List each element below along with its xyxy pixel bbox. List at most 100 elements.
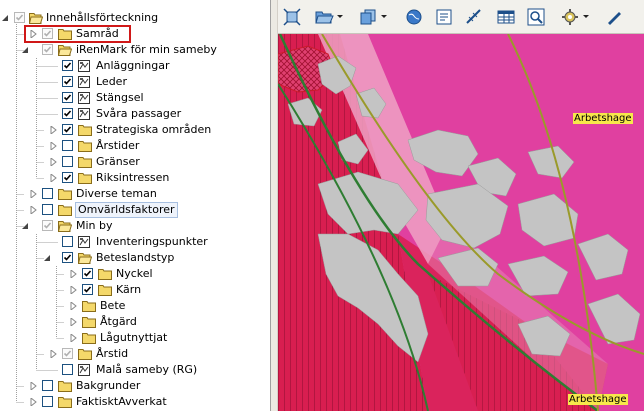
chevron-down-icon[interactable]: [582, 10, 590, 22]
tree-item-label: Gränser: [96, 155, 140, 168]
copy-icon[interactable]: [358, 7, 378, 27]
expand-icon[interactable]: [70, 286, 78, 294]
expand-icon[interactable]: [30, 190, 38, 198]
tree-item-leder[interactable]: Leder: [0, 74, 270, 90]
expand-icon[interactable]: [50, 158, 58, 166]
expand-icon[interactable]: [30, 398, 38, 406]
collapse-icon[interactable]: [44, 254, 52, 262]
tree-item-anlaggningar[interactable]: Anläggningar: [0, 58, 270, 74]
tree-item-bakgrunder[interactable]: Bakgrunder: [0, 378, 270, 394]
panel-splitter[interactable]: [270, 0, 278, 411]
expand-icon[interactable]: [70, 302, 78, 310]
folder-icon: [78, 141, 92, 152]
tree-item-granser[interactable]: Gränser: [0, 154, 270, 170]
tree-item-beteslandstyp[interactable]: Beteslandstyp: [0, 250, 270, 266]
tree-item-strategiska-omraden[interactable]: Strategiska områden: [0, 122, 270, 138]
checkbox[interactable]: [62, 76, 73, 87]
expand-icon[interactable]: [50, 350, 58, 358]
checkbox[interactable]: [42, 44, 53, 55]
tree-item-lagutnyttjat[interactable]: Lågutnyttjat: [0, 330, 270, 346]
checkbox[interactable]: [82, 268, 93, 279]
zoom-icon[interactable]: [526, 7, 546, 27]
globe-icon[interactable]: [404, 7, 424, 27]
tree-item-svara-passager[interactable]: Svåra passager: [0, 106, 270, 122]
open-folder-icon[interactable]: [314, 7, 334, 27]
collapse-icon[interactable]: [2, 14, 10, 22]
checkbox[interactable]: [42, 220, 53, 231]
checkbox[interactable]: [62, 364, 73, 375]
checkbox[interactable]: [62, 92, 73, 103]
checkbox[interactable]: [62, 348, 73, 359]
expand-icon[interactable]: [50, 174, 58, 182]
measure-icon[interactable]: [464, 7, 484, 27]
expand-icon[interactable]: [30, 206, 38, 214]
checkbox[interactable]: [42, 204, 53, 215]
tree-item-arstider[interactable]: Årstider: [0, 138, 270, 154]
folder-icon: [58, 205, 72, 216]
tree-item-label: Strategiska områden: [96, 123, 212, 136]
folder-open-icon: [58, 221, 72, 232]
expand-icon[interactable]: [50, 142, 58, 150]
tree-item-label: Årstider: [96, 139, 140, 152]
folder-icon: [78, 173, 92, 184]
layer-icon: [78, 76, 90, 88]
tree-item-mala-sameby[interactable]: Malå sameby (RG): [0, 362, 270, 378]
tree-item-innehallsforteckning[interactable]: Innehållsförteckning: [0, 10, 270, 26]
map-canvas[interactable]: Arbetshage Arbetshage: [278, 34, 644, 411]
expand-icon[interactable]: [70, 270, 78, 278]
checkbox[interactable]: [62, 236, 73, 247]
checkbox[interactable]: [62, 252, 73, 263]
tree-item-nyckel[interactable]: Nyckel: [0, 266, 270, 282]
layer-icon: [78, 364, 90, 376]
tree-item-stangsel[interactable]: Stängsel: [0, 90, 270, 106]
expand-icon[interactable]: [30, 382, 38, 390]
tree-item-omvarldsfaktorer[interactable]: Omvärldsfaktorer: [0, 202, 270, 218]
table-of-contents-tree: Innehållsförteckning Samråd iRenMark för…: [0, 0, 270, 411]
tree-item-atgard[interactable]: Åtgärd: [0, 314, 270, 330]
fit-extent-icon[interactable]: [282, 7, 302, 27]
tree-item-label: Riksintressen: [96, 171, 170, 184]
checkbox[interactable]: [62, 108, 73, 119]
tree-item-label: Lågutnyttjat: [100, 331, 168, 344]
chevron-down-icon[interactable]: [380, 10, 388, 22]
tree-item-karn[interactable]: Kärn: [0, 282, 270, 298]
tree-item-bete[interactable]: Bete: [0, 298, 270, 314]
table-icon[interactable]: [496, 7, 516, 27]
tree-item-riksintressen[interactable]: Riksintressen: [0, 170, 270, 186]
tree-item-inventeringspunkter[interactable]: Inventeringspunkter: [0, 234, 270, 250]
tree-item-irenmark[interactable]: iRenMark för min sameby: [0, 42, 270, 58]
expand-icon[interactable]: [50, 126, 58, 134]
checkbox[interactable]: [62, 172, 73, 183]
tree-item-label: FaktisktAvverkat: [76, 395, 167, 408]
checkbox[interactable]: [42, 380, 53, 391]
checkbox[interactable]: [62, 60, 73, 71]
checkbox[interactable]: [62, 156, 73, 167]
expand-icon[interactable]: [70, 334, 78, 342]
expand-icon[interactable]: [70, 318, 78, 326]
selection-highlight-box: [24, 25, 131, 43]
checkbox[interactable]: [42, 396, 53, 407]
tree-item-label: Bete: [100, 299, 126, 312]
checkbox[interactable]: [14, 12, 25, 23]
settings-icon[interactable]: [560, 7, 580, 27]
chevron-down-icon[interactable]: [336, 10, 344, 22]
layer-icon: [78, 60, 90, 72]
tree-item-label: Nyckel: [116, 267, 153, 280]
tree-item-label: Kärn: [116, 283, 142, 296]
identify-icon[interactable]: [434, 7, 454, 27]
checkbox[interactable]: [42, 188, 53, 199]
map-label: Arbetshage: [573, 113, 633, 124]
tree-item-arstid[interactable]: Årstid: [0, 346, 270, 362]
folder-icon: [98, 269, 112, 280]
checkbox[interactable]: [82, 284, 93, 295]
layer-icon: [78, 236, 90, 248]
pen-icon[interactable]: [604, 7, 624, 27]
tree-item-label: Diverse teman: [76, 187, 157, 200]
collapse-icon[interactable]: [22, 46, 30, 54]
tree-item-diverse-teman[interactable]: Diverse teman: [0, 186, 270, 202]
collapse-icon[interactable]: [22, 222, 30, 230]
checkbox[interactable]: [62, 124, 73, 135]
tree-item-min-by[interactable]: Min by: [0, 218, 270, 234]
tree-item-faktisktavverkat[interactable]: FaktisktAvverkat: [0, 394, 270, 410]
checkbox[interactable]: [62, 140, 73, 151]
